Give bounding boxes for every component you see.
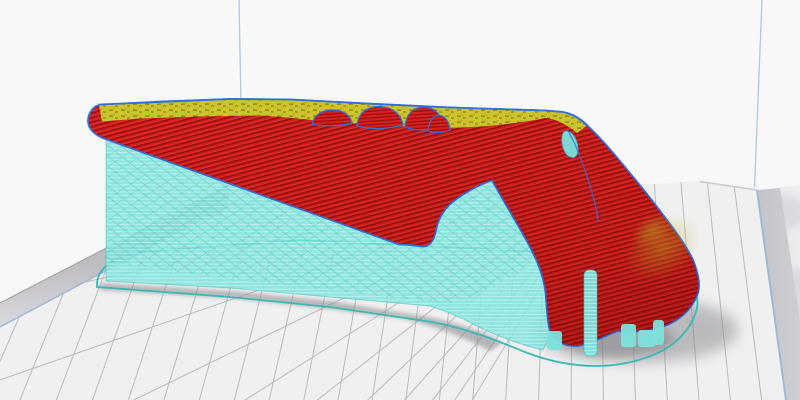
- support-chunk-3: [653, 320, 664, 345]
- support-chunk-4: [547, 331, 562, 350]
- support-pillar-lines: [584, 270, 597, 356]
- support-chunk-2: [638, 330, 655, 347]
- viewport-3d[interactable]: [0, 0, 800, 400]
- support-chunk-1: [621, 324, 636, 347]
- slicer-preview-canvas[interactable]: [0, 0, 800, 400]
